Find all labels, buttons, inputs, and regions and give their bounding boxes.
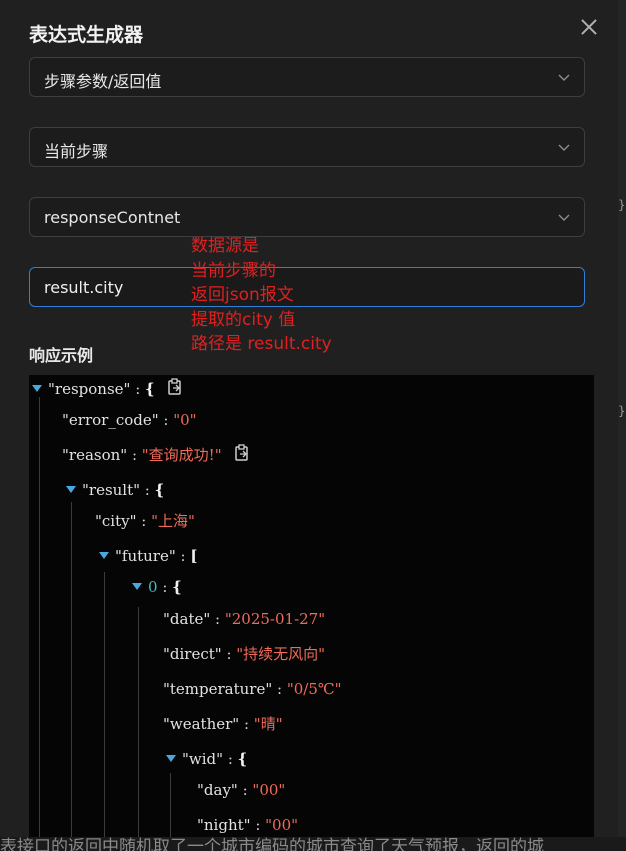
chevron-down-icon [558, 141, 570, 153]
json-key: "day" [197, 781, 238, 799]
step-select[interactable]: 当前步骤 [29, 127, 585, 167]
json-row-index-0: 0 : { [132, 576, 182, 598]
json-row-wid: "wid" : { [166, 748, 247, 770]
indent-guide [104, 572, 105, 851]
json-value: "持续无风向" [236, 645, 326, 663]
json-key: "reason" [62, 446, 128, 464]
json-key: "city" [95, 512, 137, 530]
collapse-toggle-icon[interactable] [166, 755, 176, 762]
json-row-reason: "reason" : "查询成功!" [62, 444, 250, 466]
indent-guide [39, 397, 40, 851]
json-index: 0 [148, 578, 158, 596]
json-value: "00" [265, 816, 299, 834]
red-annotation: 数据源是 当前步骤的 返回json报文 提取的city 值 路径是 result… [191, 234, 332, 357]
json-value: "晴" [253, 715, 283, 733]
close-icon[interactable] [577, 15, 601, 39]
annotation-line: 数据源是 [191, 236, 259, 256]
collapse-toggle-icon[interactable] [66, 486, 76, 493]
json-key: "temperature" [163, 680, 273, 698]
background-page-glyph: } [618, 198, 626, 212]
annotation-line: 返回json报文 [191, 285, 294, 305]
json-row-error-code: "error_code" : "0" [62, 411, 197, 429]
json-key: "future" [115, 547, 176, 565]
json-value: "0/5℃" [286, 680, 342, 698]
collapse-toggle-icon[interactable] [132, 583, 142, 590]
json-row-future: "future" : [ [99, 545, 197, 567]
json-row-day: "day" : "00" [197, 781, 286, 799]
field-value: responseContnet [44, 208, 181, 227]
annotation-line: 当前步骤的 [191, 260, 276, 281]
json-key: "date" [163, 610, 211, 628]
json-row-weather: "weather" : "晴" [163, 715, 283, 733]
json-key: "direct" [163, 645, 222, 663]
json-key: "night" [197, 816, 251, 834]
chevron-down-icon [558, 211, 570, 223]
json-value: "上海" [151, 512, 195, 530]
json-row-date: "date" : "2025-01-27" [163, 610, 326, 628]
copy-icon[interactable] [167, 378, 183, 402]
source-type-select[interactable]: 步骤参数/返回值 [29, 57, 585, 97]
indent-guide [71, 502, 72, 851]
copy-icon[interactable] [234, 444, 250, 468]
json-key: "error_code" [62, 411, 159, 429]
field-select[interactable]: responseContnet [29, 197, 585, 237]
collapse-toggle-icon[interactable] [32, 385, 42, 392]
collapse-toggle-icon[interactable] [99, 552, 109, 559]
json-value: "0" [173, 411, 197, 429]
expression-builder-dialog: 表达式生成器 步骤参数/返回值 当前步骤 responseContnet 数据源… [0, 0, 618, 851]
dialog-title: 表达式生成器 [29, 24, 144, 46]
json-row-night: "night" : "00" [197, 816, 299, 834]
background-text: 表接口的返回中随机取了一个城市编码的城市查询了天气预报，返回的城 [0, 837, 544, 851]
step-value: 当前步骤 [44, 142, 109, 161]
background-page-glyph: } [618, 404, 626, 418]
indent-guide [138, 607, 139, 851]
background-page-edge: } } [618, 0, 626, 851]
json-row-city: "city" : "上海" [95, 512, 195, 530]
source-type-value: 步骤参数/返回值 [44, 72, 162, 91]
json-key: "weather" [163, 715, 240, 733]
json-row-direct: "direct" : "持续无风向" [163, 645, 326, 663]
background-page-text: 表接口的返回中随机取了一个城市编码的城市查询了天气预报，返回的城 [0, 837, 626, 851]
annotation-line: 路径是 result.city [191, 334, 332, 354]
json-key: "result" [82, 481, 141, 499]
json-row-temperature: "temperature" : "0/5℃" [163, 680, 342, 698]
json-value: "00" [252, 781, 286, 799]
example-label: 响应示例 [29, 346, 94, 365]
json-viewer: "response" : { "error_code" : "0" "reaso… [29, 375, 594, 851]
json-value: "2025-01-27" [224, 610, 326, 628]
json-key: "wid" [182, 750, 224, 768]
chevron-down-icon [558, 71, 570, 83]
json-key: "response" [48, 380, 131, 398]
json-value: "查询成功!" [141, 446, 222, 464]
json-row-response: "response" : { [32, 378, 183, 400]
json-row-result: "result" : { [66, 479, 164, 501]
annotation-line: 提取的city 值 [191, 309, 296, 330]
